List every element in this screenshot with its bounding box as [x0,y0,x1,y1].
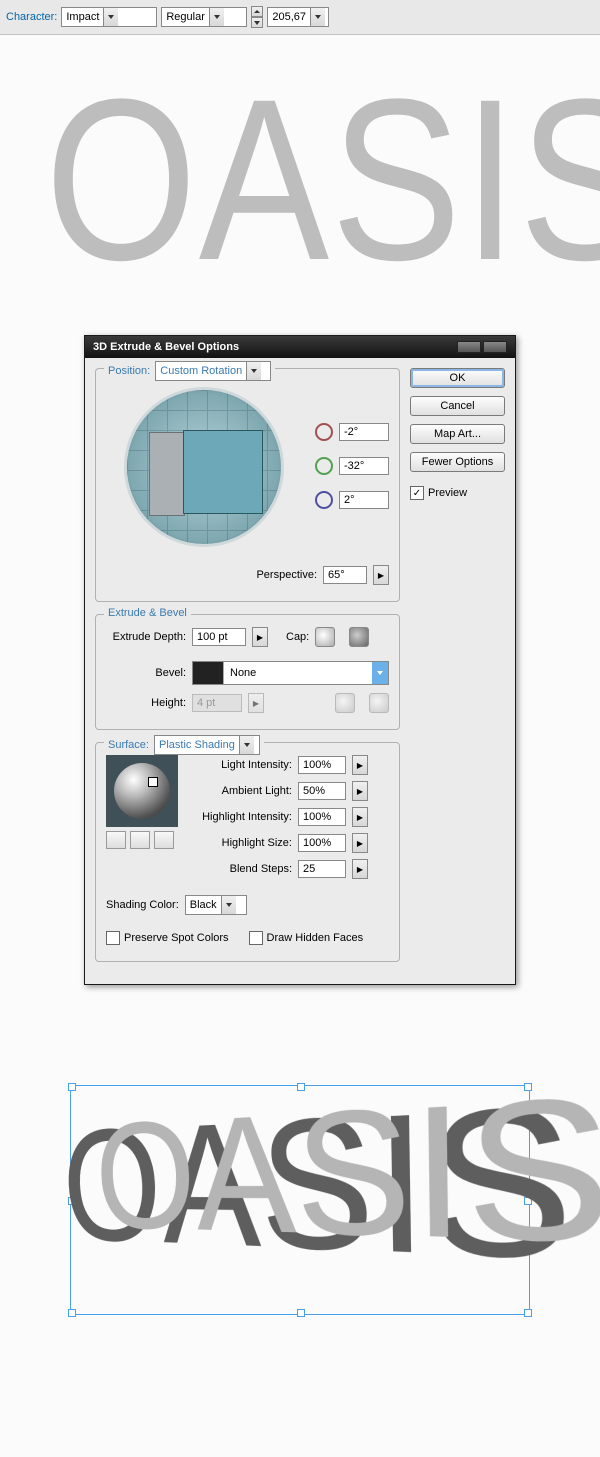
font-family-value: Impact [66,11,99,23]
preserve-spot-checkbox[interactable] [106,931,120,945]
handle-bot-left[interactable] [68,1309,76,1317]
ok-button[interactable]: OK [410,368,505,388]
oasis-3d-text: OASIS OASIS [93,1068,571,1272]
dialog-title: 3D Extrude & Bevel Options [93,341,239,353]
rotation-preview[interactable] [124,387,284,547]
draw-hidden-checkbox[interactable] [249,931,263,945]
popup-icon[interactable]: ▶ [352,833,368,853]
font-style-select[interactable]: Regular [161,7,247,27]
preserve-spot-label: Preserve Spot Colors [124,932,229,944]
position-group: Position: Custom Rotation [95,368,400,602]
font-family-select[interactable]: Impact [61,7,157,27]
font-size-spinner[interactable] [251,6,263,28]
fewer-options-button[interactable]: Fewer Options [410,452,505,472]
dropdown-icon [103,8,118,26]
rotate-z-input[interactable]: 2° [339,491,389,509]
highlight-intensity-input[interactable]: 100% [298,808,346,826]
blend-steps-input[interactable]: 25 [298,860,346,878]
popup-icon[interactable]: ▶ [352,859,368,879]
oasis-text: OASIS [45,65,555,295]
position-select[interactable]: Custom Rotation [155,361,271,381]
rotate-y-input[interactable]: -32° [339,457,389,475]
dropdown-icon [310,8,325,26]
ambient-light-label: Ambient Light: [192,785,292,797]
maximize-button[interactable] [483,341,507,353]
rotate-x-input[interactable]: -2° [339,423,389,441]
new-light-button[interactable] [130,831,150,849]
handle-bot-mid[interactable] [297,1309,305,1317]
perspective-label: Perspective: [256,569,317,581]
bevel-height-input: 4 pt [192,694,242,712]
light-intensity-label: Light Intensity: [192,759,292,771]
character-label: Character: [6,11,57,23]
font-size-value: 205,67 [272,11,306,23]
shading-color-label: Shading Color: [106,899,179,911]
3d-extrude-bevel-dialog: 3D Extrude & Bevel Options Position: Cus… [84,335,516,985]
font-size-select[interactable]: 205,67 [267,7,329,27]
surface-label: Surface: [108,739,149,751]
bevel-value: None [224,667,372,679]
artboard-3d-object[interactable]: OASIS OASIS [70,1085,530,1315]
popup-icon[interactable]: ▶ [352,755,368,775]
light-sphere[interactable] [106,755,178,827]
dropdown-icon [246,362,261,380]
highlight-size-label: Highlight Size: [192,837,292,849]
artboard-flat-text: OASIS [0,65,600,295]
popup-icon[interactable]: ▶ [352,807,368,827]
rotate-x-icon [315,423,333,441]
font-style-value: Regular [166,11,205,23]
dropdown-icon [221,896,236,914]
bevel-select[interactable]: None [192,661,389,685]
rotate-y-icon [315,457,333,475]
surface-group: Surface: Plastic Shading [95,742,400,962]
blend-steps-label: Blend Steps: [192,863,292,875]
cap-off-button[interactable] [349,627,369,647]
height-popup: ▶ [248,693,264,713]
position-value: Custom Rotation [160,365,242,377]
preview-checkbox[interactable]: ✓ [410,486,424,500]
move-light-back-button[interactable] [106,831,126,849]
height-label: Height: [106,697,186,709]
shading-color-select[interactable]: Black [185,895,247,915]
highlight-size-input[interactable]: 100% [298,834,346,852]
cancel-button[interactable]: Cancel [410,396,505,416]
highlight-intensity-label: Highlight Intensity: [192,811,292,823]
map-art-button[interactable]: Map Art... [410,424,505,444]
character-toolbar: Character: Impact Regular 205,67 [0,0,600,35]
preview-label: Preview [428,487,467,499]
bevel-extent-in-icon [335,693,355,713]
extrude-bevel-group: Extrude & Bevel Extrude Depth: 100 pt ▶ … [95,614,400,730]
perspective-popup[interactable]: ▶ [373,565,389,585]
cap-label: Cap: [286,631,309,643]
cap-on-button[interactable] [315,627,335,647]
bevel-label: Bevel: [106,667,186,679]
delete-light-button[interactable] [154,831,174,849]
light-intensity-input[interactable]: 100% [298,756,346,774]
rotate-z-icon [315,491,333,509]
ambient-light-input[interactable]: 50% [298,782,346,800]
bevel-extent-out-icon [369,693,389,713]
handle-top-left[interactable] [68,1083,76,1091]
draw-hidden-label: Draw Hidden Faces [267,932,364,944]
dialog-titlebar[interactable]: 3D Extrude & Bevel Options [85,336,515,358]
perspective-input[interactable]: 65° [323,566,367,584]
dropdown-icon [372,662,388,684]
surface-select[interactable]: Plastic Shading [154,735,260,755]
popup-icon[interactable]: ▶ [352,781,368,801]
depth-popup[interactable]: ▶ [252,627,268,647]
dropdown-icon [239,736,254,754]
minimize-button[interactable] [457,341,481,353]
surface-value: Plastic Shading [159,739,235,751]
dropdown-icon [209,8,224,26]
extrude-depth-input[interactable]: 100 pt [192,628,246,646]
extrude-depth-label: Extrude Depth: [106,631,186,643]
position-label: Position: [108,365,150,377]
handle-bot-right[interactable] [524,1309,532,1317]
extrude-title: Extrude & Bevel [104,607,191,619]
shading-color-value: Black [190,899,217,911]
